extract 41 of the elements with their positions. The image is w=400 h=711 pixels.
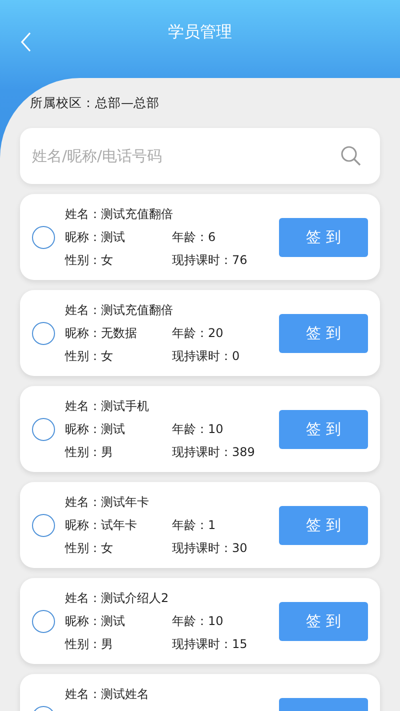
student-name: 姓名：测试手机 [65,398,150,415]
student-age: 年龄：20 [172,325,224,342]
page-title: 学员管理 [168,22,232,42]
remaining-hours: 现持课时：15 [172,636,248,653]
campus-label: 所属校区：总部—总部 [29,94,160,112]
student-name: 姓名：测试介绍人2 [65,590,170,607]
check-in-button[interactable]: 签 到 [279,506,368,544]
student-nickname: 昵称：测试 [65,613,126,630]
remaining-hours: 现持课时：30 [172,540,248,557]
student-age: 年龄：1 [172,517,217,534]
remaining-hours: 现持课时：389 [172,444,256,461]
select-radio[interactable] [32,322,55,344]
select-radio[interactable] [32,418,55,440]
back-icon [20,32,32,52]
select-radio[interactable] [32,226,55,248]
check-in-button[interactable]: 签 到 [279,218,368,256]
student-name: 姓名：测试充值翻倍 [65,206,174,223]
check-in-button[interactable]: 签 到 [279,410,368,448]
student-nickname: 昵称：无数据 [65,325,138,342]
student-gender: 性别：女 [65,540,114,557]
student-gender: 性别：女 [65,348,114,365]
remaining-hours: 现持课时：0 [172,348,241,365]
select-radio[interactable] [32,514,55,536]
student-nickname: 昵称：测试 [65,229,126,246]
student-name: 姓名：测试充值翻倍 [65,302,174,319]
student-name: 姓名：测试姓名 [65,686,150,703]
select-radio[interactable] [32,610,55,632]
student-gender: 性别：男 [65,636,114,653]
student-nickname: 昵称：试年卡 [65,517,138,534]
search-field[interactable]: 姓名/昵称/电话号码 [20,128,380,184]
check-in-button[interactable]: 签 到 [279,314,368,352]
remaining-hours: 现持课时：76 [172,252,248,269]
student-gender: 性别：女 [65,252,114,269]
student-nickname: 昵称：测试 [65,421,126,438]
search-icon[interactable] [340,145,362,167]
check-in-button[interactable]: 签 到 [279,602,368,640]
student-age: 年龄：10 [172,421,224,438]
student-name: 姓名：测试年卡 [65,494,150,511]
student-gender: 性别：男 [65,444,114,461]
student-age: 年龄：10 [172,613,224,630]
student-age: 年龄：6 [172,229,217,246]
